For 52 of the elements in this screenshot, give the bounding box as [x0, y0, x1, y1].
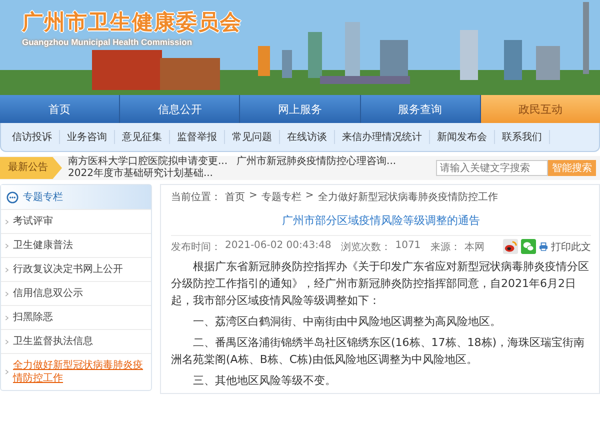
sidebar-link[interactable]: 卫生监督执法信息 — [13, 335, 93, 348]
chevron-icon — [5, 338, 9, 344]
meta-value: 2021-06-02 00:43:48 — [225, 240, 332, 252]
breadcrumb-link[interactable]: 专题专栏 — [261, 190, 302, 204]
subnav-link[interactable]: 联系我们 — [495, 130, 550, 144]
sidebar-link[interactable]: 行政复议决定书网上公开 — [13, 263, 123, 276]
site-title: 广州市卫生健康委员会 — [22, 9, 242, 36]
article-paragraph: 根据广东省新冠肺炎防控指挥办《关于印发广东省应对新型冠状病毒肺炎疫情分区分级防控工作指引的通知》，经广州市新冠肺炎防控指挥部同意，自2021年6月2日起，我市部分区域疫情风险等级调整如下： — [171, 259, 590, 310]
site-subtitle: Guangzhou Municipal Health Commission — [22, 37, 194, 47]
breadcrumb-separator: > — [249, 190, 258, 203]
chevron-icon — [5, 242, 9, 248]
meta-value: 本网 — [464, 240, 485, 254]
breadcrumb-separator: > — [305, 190, 314, 203]
breadcrumb-link[interactable]: 全力做好新型冠状病毒肺炎疫情防控工作 — [318, 190, 498, 204]
chevron-icon — [5, 266, 9, 272]
subnav-link[interactable]: 来信办理情况统计 — [335, 130, 430, 144]
article-paragraph: 三、其他地区风险等级不变。 — [192, 373, 337, 390]
chevron-icon — [5, 290, 9, 296]
notice-link[interactable]: 南方医科大学口腔医院拟申请变更... — [68, 156, 228, 168]
subnav-link[interactable]: 监督举报 — [170, 130, 225, 144]
notice-link[interactable]: 广州市新冠肺炎疫情防控心理咨询... — [236, 156, 396, 168]
chat-bubble-icon — [6, 190, 19, 204]
subnav-link[interactable]: 业务咨询 — [60, 130, 115, 144]
weibo-share-icon[interactable] — [503, 239, 518, 254]
breadcrumb-label: 当前位置： — [171, 190, 221, 204]
print-link[interactable]: 打印此文 — [551, 240, 591, 254]
printer-icon[interactable] — [539, 242, 548, 251]
chevron-icon — [5, 369, 9, 375]
article-paragraph: 一、荔湾区白鹤洞街、中南街由中风险地区调整为高风险地区。 — [192, 314, 502, 330]
search-field[interactable]: 请输入关键文字搜索 — [436, 160, 548, 176]
meta-label: 发布时间： — [171, 240, 221, 254]
meta-value: 1071 — [395, 240, 421, 252]
subnav-link[interactable]: 意见征集 — [115, 130, 170, 144]
subnav-link[interactable]: 常见问题 — [225, 130, 280, 144]
chevron-icon — [5, 218, 9, 224]
breadcrumb-link[interactable]: 首页 — [225, 190, 245, 204]
subnav-link[interactable]: 新闻发布会 — [430, 130, 495, 144]
notice-link[interactable]: 2022年度市基础研究计划基础... — [68, 168, 213, 180]
nav-tab[interactable]: 政民互动 — [480, 95, 600, 123]
sidebar-title: 专题专栏 — [23, 190, 63, 204]
notice-label: 最新公告 — [0, 157, 62, 179]
sidebar-link[interactable]: 卫生健康普法 — [13, 239, 73, 252]
subnav-link[interactable]: 信访投诉 — [5, 130, 60, 144]
sidebar-link[interactable]: 考试评审 — [13, 215, 53, 228]
article-title: 广州市部分区域疫情风险等级调整的通告 — [281, 213, 481, 228]
chevron-icon — [5, 314, 9, 320]
sidebar-link[interactable]: 扫黑除恶 — [13, 311, 53, 324]
meta-label: 浏览次数： — [341, 240, 392, 254]
sidebar-link[interactable]: 信用信息双公示 — [13, 287, 83, 300]
article-paragraph: 二、番禺区洛浦街锦绣半岛社区锦绣东区(16栋、17栋、18栋)，海珠区瑞宝街南洲名苑棠阁(A栋、B栋、C栋)由低风险地区调整为中风险地区。 — [171, 335, 586, 368]
meta-label: 来源： — [430, 240, 461, 254]
subnav-link[interactable]: 在线访谈 — [280, 130, 335, 144]
